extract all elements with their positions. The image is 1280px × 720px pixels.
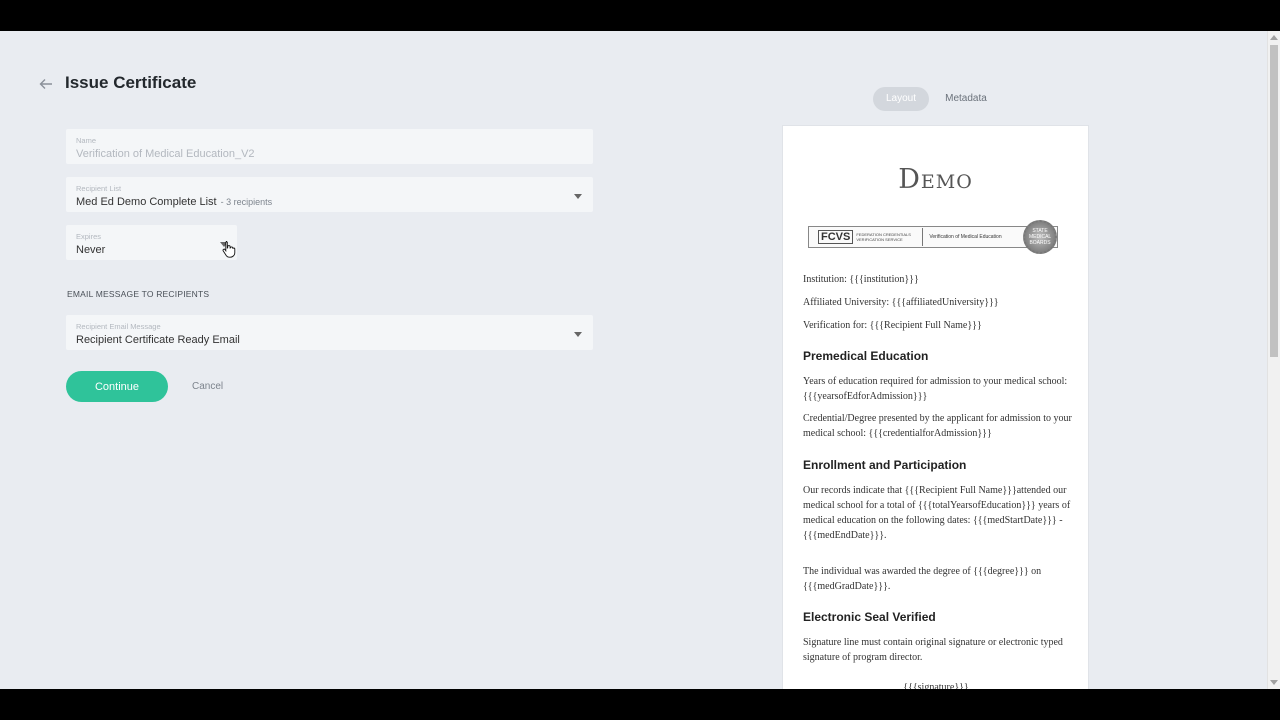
enrollment-p1: Our records indicate that {{{Recipient F… [803,485,1071,541]
recipient-list-label: Recipient List [76,184,122,193]
email-message-value: Recipient Certificate Ready Email [76,334,240,346]
expires-value: Never [76,244,106,256]
seal-heading: Electronic Seal Verified [803,610,936,624]
scroll-up-icon[interactable] [1270,35,1278,40]
institution-line: Institution: {{{institution}}} [803,274,919,285]
scrollbar-thumb[interactable] [1270,45,1278,357]
certificate-preview: Demo FCVS FEDERATION CREDENTIALS VERIFIC… [782,125,1089,689]
name-field[interactable]: Name Verification of Medical Education_V… [66,129,593,164]
demo-logo: Demo [898,164,973,195]
back-arrow-icon[interactable] [38,76,54,92]
enrollment-p2: The individual was awarded the degree of… [803,566,1042,592]
tab-layout[interactable]: Layout [873,87,929,111]
enrollment-heading: Enrollment and Participation [803,458,967,472]
page-scrollbar[interactable] [1267,31,1280,689]
recipient-list-name: Med Ed Demo Complete List [76,196,217,208]
chevron-down-icon[interactable] [574,194,582,199]
fcvs-subtitle: FEDERATION CREDENTIALS VERIFICATION SERV… [856,232,911,242]
banner-divider [922,228,924,246]
banner-vme: Verification of Medical Education [929,234,1002,240]
page-title: Issue Certificate [65,73,197,92]
chevron-down-icon[interactable] [574,332,582,337]
fcvs-banner: FCVS FEDERATION CREDENTIALS VERIFICATION… [808,226,1058,248]
scroll-down-icon[interactable] [1270,680,1278,685]
tab-metadata[interactable]: Metadata [935,87,997,111]
email-message-select[interactable]: Recipient Email Message Recipient Certif… [66,315,593,350]
premedical-p1: Years of education required for admissio… [803,376,1068,402]
name-field-label: Name [76,136,97,145]
name-field-value: Verification of Medical Education_V2 [76,148,255,160]
continue-button[interactable]: Continue [66,371,168,402]
fcvs-logo: FCVS [818,230,854,244]
verification-line: Verification for: {{{Recipient Full Name… [803,320,982,331]
email-section-label: EMAIL MESSAGE TO RECIPIENTS [67,289,210,299]
expires-label: Expires [76,232,102,241]
email-message-label: Recipient Email Message [76,322,161,331]
recipient-count: - 3 recipients [220,197,273,207]
signature-placeholder: {{{signature}}} [903,682,969,689]
recipient-list-value: Med Ed Demo Complete List - 3 recipients [76,196,272,208]
affiliated-line: Affiliated University: {{{affiliatedUniv… [803,297,999,308]
app-viewport: Issue Certificate Name Verification of M… [0,31,1280,689]
cancel-button[interactable]: Cancel [192,381,223,392]
expires-select[interactable]: Expires Never [66,225,237,260]
premedical-heading: Premedical Education [803,349,929,363]
seal-p1: Signature line must contain original sig… [803,637,1063,663]
seal-icon: STATE MEDICAL BOARDS [1023,220,1057,254]
premedical-p2: Credential/Degree presented by the appli… [803,413,1072,439]
pointer-cursor-icon [222,240,236,258]
recipient-list-select[interactable]: Recipient List Med Ed Demo Complete List… [66,177,593,212]
